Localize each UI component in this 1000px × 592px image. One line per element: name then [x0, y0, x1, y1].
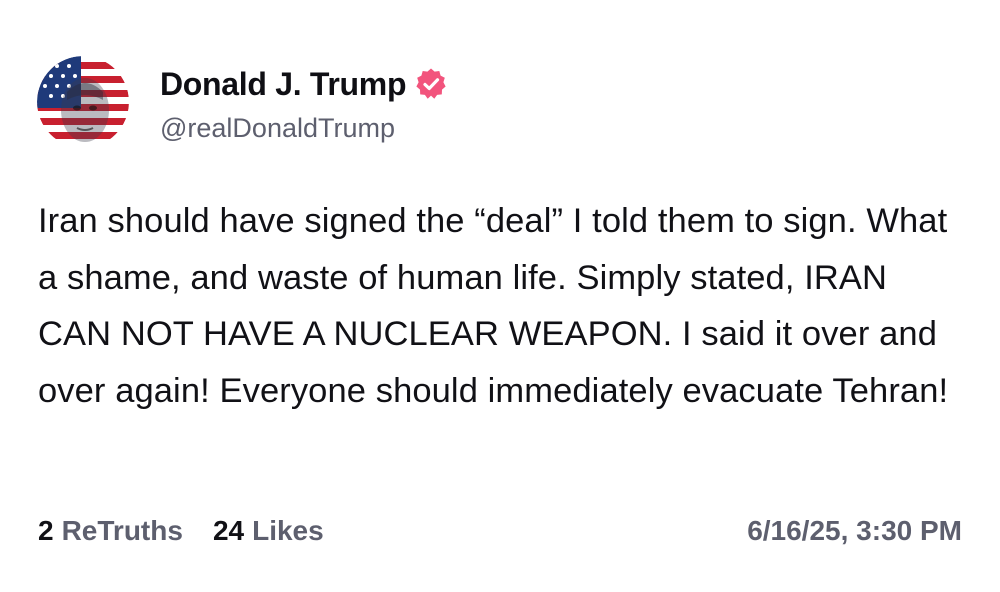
likes-stat[interactable]: 24 Likes — [213, 515, 324, 547]
likes-label: Likes — [252, 515, 324, 546]
post-stats: 2 ReTruths 24 Likes — [38, 515, 324, 547]
post-timestamp[interactable]: 6/16/25, 3:30 PM — [747, 515, 962, 547]
retruths-count: 2 — [38, 515, 54, 546]
author-name-row: Donald J. Trump — [160, 64, 448, 104]
post-text: Iran should have signed the “deal” I tol… — [38, 202, 949, 410]
retruths-label: ReTruths — [61, 515, 183, 546]
verified-badge-icon — [414, 67, 448, 101]
author-handle[interactable]: @realDonaldTrump — [160, 113, 395, 144]
truth-post: Donald J. Trump @realDonaldTrump Iran sh… — [0, 0, 1000, 592]
author-display-name[interactable]: Donald J. Trump — [160, 66, 407, 103]
likes-count: 24 — [212, 515, 245, 546]
avatar-image — [37, 56, 129, 148]
avatar[interactable] — [37, 56, 129, 148]
retruths-stat[interactable]: 2 ReTruths — [38, 515, 183, 547]
